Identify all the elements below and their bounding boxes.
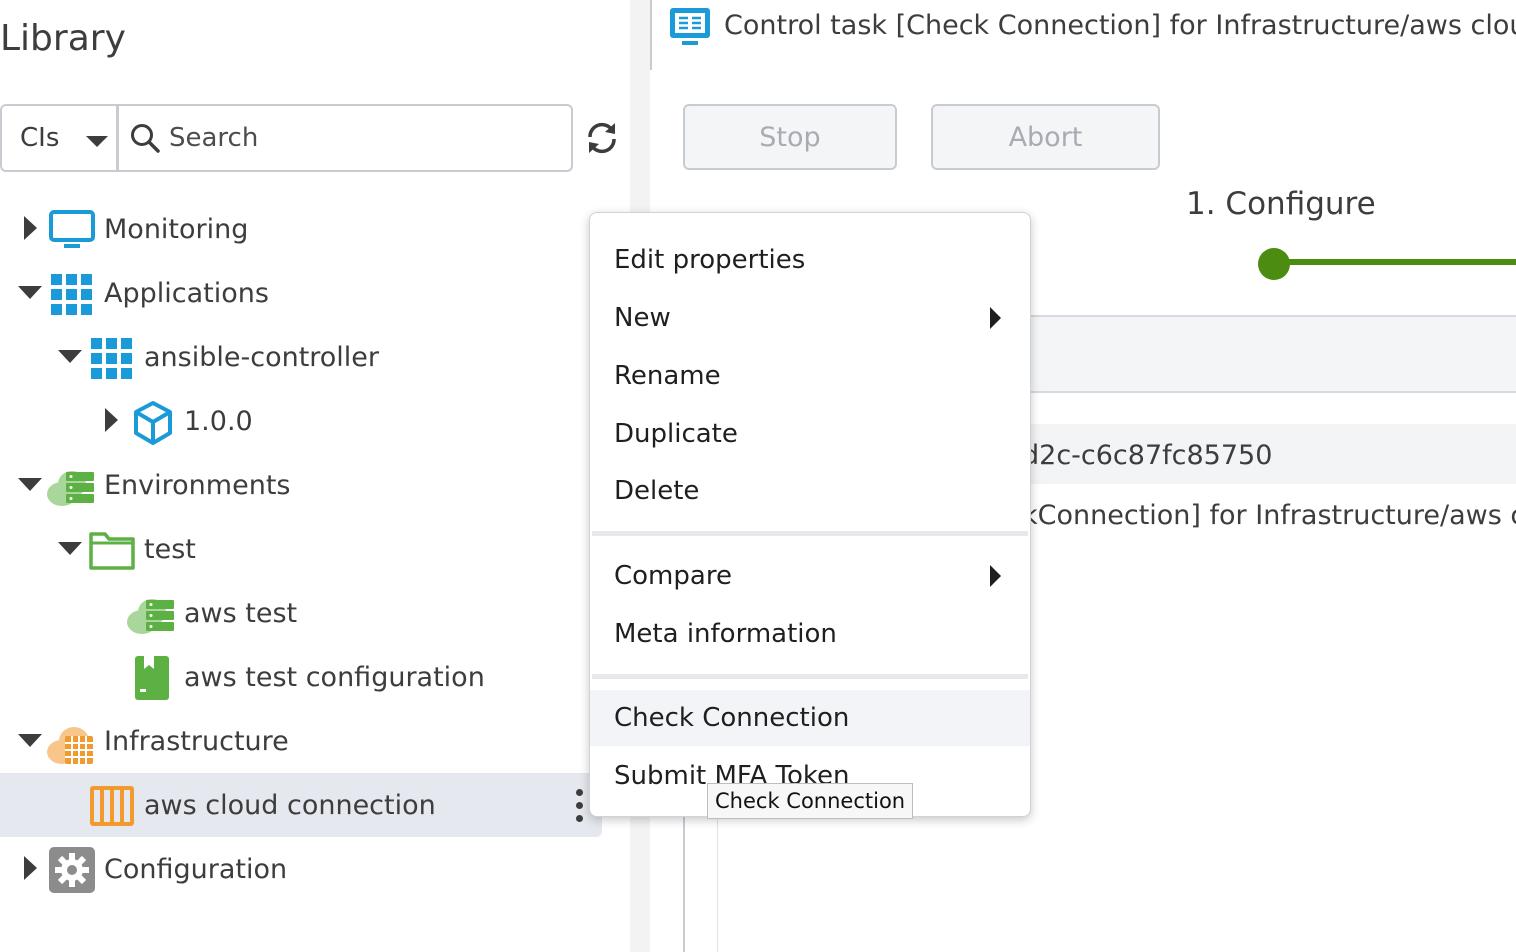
gear-icon: [49, 847, 95, 897]
menu-item-duplicate[interactable]: Duplicate: [590, 406, 1030, 462]
menu-separator: [592, 531, 1028, 536]
kebab-menu-icon[interactable]: [576, 789, 583, 828]
menu-item-edit-properties[interactable]: Edit properties: [590, 232, 1030, 288]
log-border: [683, 810, 685, 952]
tree-item-label: Environments: [104, 469, 291, 501]
tree-item-environments[interactable]: Environments: [94, 453, 290, 517]
tree-item-label: 1.0.0: [184, 405, 253, 437]
task-tab-title[interactable]: Control task [Check Connection] for Infr…: [724, 10, 1516, 41]
menu-separator: [592, 674, 1028, 679]
tree-item-aws-test-configuration[interactable]: aws test configuration: [174, 645, 485, 709]
tree-item-label: Configuration: [104, 853, 288, 885]
tree-item-infrastructure[interactable]: Infrastructure: [94, 709, 289, 773]
step-dot: [1258, 248, 1290, 280]
ci-type-select[interactable]: CIs: [0, 104, 118, 172]
applications-grid-icon: [91, 338, 133, 384]
menu-item-rename[interactable]: Rename: [590, 348, 1030, 404]
menu-item-check-connection[interactable]: Check Connection: [590, 690, 1030, 746]
dictionary-book-icon: [134, 655, 170, 705]
collapse-arrow-icon[interactable]: [18, 734, 42, 747]
log-border: [717, 810, 718, 952]
menu-item-compare[interactable]: Compare: [590, 548, 1030, 604]
ci-type-select-value: CIs: [20, 123, 60, 153]
collapse-arrow-icon[interactable]: [18, 478, 42, 491]
control-task-icon: [668, 6, 712, 52]
tree-item-label: Applications: [104, 277, 269, 309]
step-progress-line: [1280, 259, 1516, 265]
folder-icon: [89, 530, 135, 574]
chevron-down-icon: [86, 136, 108, 147]
tree-item-configuration[interactable]: Configuration: [94, 837, 287, 901]
expand-arrow-icon[interactable]: [105, 408, 118, 432]
menu-item-delete[interactable]: Delete: [590, 463, 1030, 519]
expand-arrow-icon[interactable]: [24, 216, 37, 240]
search-field[interactable]: [118, 104, 573, 172]
submenu-arrow-icon: [990, 565, 1001, 587]
tree-item-label: ansible-controller: [144, 341, 380, 373]
package-icon: [132, 400, 174, 450]
abort-button[interactable]: Abort: [931, 104, 1160, 170]
tree-item-monitoring[interactable]: Monitoring: [94, 197, 248, 261]
environment-cloud-icon: [46, 468, 98, 512]
library-title: Library: [0, 18, 126, 59]
infrastructure-cloud-icon: [46, 724, 98, 770]
tree-item-applications[interactable]: Applications: [94, 261, 269, 325]
collapse-arrow-icon[interactable]: [58, 542, 82, 555]
tree-item-ansible-controller[interactable]: ansible-controller: [134, 325, 379, 389]
tree-item-label: Monitoring: [104, 213, 249, 245]
search-input[interactable]: [167, 122, 551, 154]
menu-item-new[interactable]: New: [590, 290, 1030, 346]
refresh-icon: [588, 122, 616, 154]
collapse-arrow-icon[interactable]: [58, 350, 82, 363]
tree-item-aws-test[interactable]: aws test: [174, 581, 297, 645]
expand-arrow-icon[interactable]: [24, 856, 37, 880]
task-id-text: d2c-c6c87fc85750: [1022, 440, 1273, 471]
monitor-icon: [49, 209, 95, 255]
tree-item-label: Infrastructure: [104, 725, 289, 757]
context-menu: Edit properties New Rename Duplicate Del…: [589, 212, 1031, 817]
info-header-bar: [1000, 315, 1516, 393]
tree-item-version[interactable]: 1.0.0: [174, 389, 253, 453]
tree-item-aws-cloud-connection[interactable]: aws cloud connection: [134, 773, 436, 837]
tree-item-label: aws cloud connection: [144, 789, 436, 821]
tree-item-label: aws test configuration: [184, 661, 485, 693]
tree-item-label: aws test: [184, 597, 298, 629]
menu-item-meta-information[interactable]: Meta information: [590, 606, 1030, 662]
step-configure-label: 1. Configure: [1186, 186, 1376, 222]
refresh-button[interactable]: [584, 120, 620, 160]
collapse-arrow-icon[interactable]: [18, 286, 42, 299]
task-description-text: kConnection] for Infrastructure/aws clo: [1022, 500, 1516, 531]
stop-button[interactable]: Stop: [683, 104, 897, 170]
tooltip: Check Connection: [707, 783, 914, 819]
tree-item-test[interactable]: test: [134, 517, 196, 581]
cloud-connection-icon: [90, 786, 134, 830]
search-icon: [131, 124, 160, 153]
tab-border: [650, 0, 652, 70]
tree-item-label: test: [144, 533, 196, 565]
applications-grid-icon: [51, 274, 93, 320]
environment-cloud-icon: [126, 596, 178, 640]
submenu-arrow-icon: [990, 307, 1001, 329]
